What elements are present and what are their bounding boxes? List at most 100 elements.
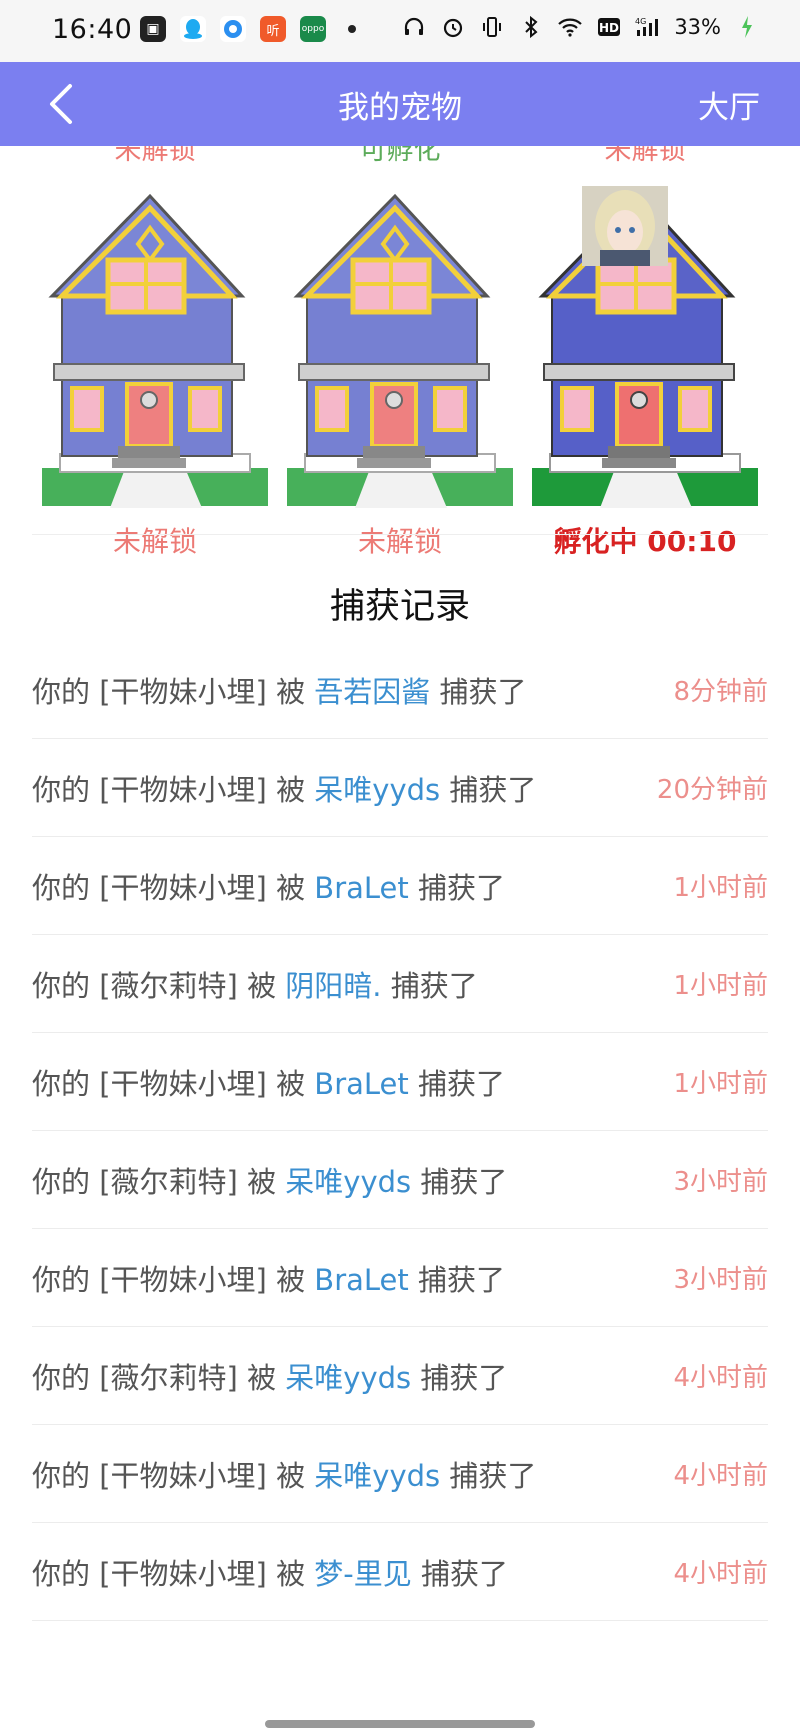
record-prefix: 你的 [干物妹小埋] 被: [32, 1556, 315, 1591]
pet-house-1[interactable]: [32, 186, 278, 516]
bluetooth-icon: [518, 14, 544, 40]
ting-icon: 听: [260, 16, 286, 42]
record-suffix: 捕获了: [440, 1458, 537, 1493]
capture-records-list: 你的 [干物妹小埋] 被 吾若因酱 捕获了 8分钟前 你的 [干物妹小埋] 被 呆唯…: [32, 641, 768, 1621]
pet-avatar: [582, 180, 668, 266]
list-item[interactable]: 你的 [干物妹小埋] 被 呆唯yyds 捕获了 4小时前: [32, 1425, 768, 1523]
battery-percent: 33%: [674, 15, 721, 39]
record-text: 你的 [薇尔莉特] 被 阴阳暗. 捕获了: [32, 963, 478, 1005]
record-text: 你的 [薇尔莉特] 被 呆唯yyds 捕获了: [32, 1355, 507, 1397]
record-suffix: 捕获了: [430, 674, 527, 709]
status-time: 16:40: [52, 14, 133, 45]
record-prefix: 你的 [干物妹小埋] 被: [32, 1458, 315, 1493]
divider: [32, 534, 768, 535]
record-prefix: 你的 [干物妹小埋] 被: [32, 1066, 315, 1101]
record-text: 你的 [薇尔莉特] 被 呆唯yyds 捕获了: [32, 1159, 507, 1201]
record-text: 你的 [干物妹小埋] 被 呆唯yyds 捕获了: [32, 767, 536, 809]
record-time: 3小时前: [673, 1265, 768, 1295]
record-time: 1小时前: [673, 873, 768, 903]
page-title: 我的宠物: [338, 90, 462, 126]
record-user-link[interactable]: BraLet: [314, 871, 408, 905]
alarm-icon: [440, 14, 466, 40]
app-header: 我的宠物 大厅: [0, 62, 800, 146]
pet-hatching-timer: 孵化中 00:10: [553, 525, 737, 558]
house-illustration: [287, 193, 513, 508]
record-text: 你的 [干物妹小埋] 被 BraLet 捕获了: [32, 1257, 505, 1299]
list-item[interactable]: 你的 [干物妹小埋] 被 BraLet 捕获了 1小时前: [32, 837, 768, 935]
record-suffix: 捕获了: [411, 1556, 508, 1591]
record-time: 20分钟前: [656, 775, 768, 805]
house-illustration: [42, 193, 268, 508]
list-item[interactable]: 你的 [薇尔莉特] 被 呆唯yyds 捕获了 4小时前: [32, 1327, 768, 1425]
record-prefix: 你的 [薇尔莉特] 被: [32, 1360, 286, 1395]
pet-house-2[interactable]: [277, 186, 523, 516]
record-time: 8分钟前: [673, 677, 768, 707]
home-indicator[interactable]: [265, 1720, 535, 1728]
pet-houses: 未解锁 可孵化 未解锁 未解锁 未解锁 孵化中 00:10: [0, 146, 800, 566]
list-item[interactable]: 你的 [干物妹小埋] 被 吾若因酱 捕获了 8分钟前: [32, 641, 768, 739]
record-prefix: 你的 [干物妹小埋] 被: [32, 674, 315, 709]
vibrate-icon: [479, 14, 505, 40]
svg-text:4G: 4G: [635, 17, 646, 26]
record-time: 3小时前: [673, 1167, 768, 1197]
status-app-icons: ▣ 听 oppo: [140, 16, 356, 42]
status-right: HD 4G 33%: [401, 14, 760, 40]
record-time: 1小时前: [673, 1069, 768, 1099]
lobby-button[interactable]: 大厅: [698, 82, 760, 127]
pet-top-label: 可孵化: [359, 146, 441, 166]
record-suffix: 捕获了: [411, 1360, 508, 1395]
record-user-link[interactable]: BraLet: [314, 1263, 408, 1297]
record-text: 你的 [干物妹小埋] 被 吾若因酱 捕获了: [32, 669, 527, 711]
record-user-link[interactable]: 梦-里见: [314, 1557, 411, 1591]
more-notifications-icon: [348, 25, 356, 33]
oppo-icon: oppo: [300, 16, 326, 42]
record-user-link[interactable]: BraLet: [314, 1067, 408, 1101]
record-text: 你的 [干物妹小埋] 被 呆唯yyds 捕获了: [32, 1453, 536, 1495]
record-user-link[interactable]: 吾若因酱: [314, 675, 430, 709]
record-time: 4小时前: [673, 1363, 768, 1393]
records-title: 捕获记录: [329, 587, 470, 627]
pet-status-label: 未解锁: [357, 525, 442, 558]
svg-text:HD: HD: [599, 21, 619, 35]
status-bar: 16:40 ▣ 听 oppo HD 4G 33%: [0, 0, 800, 62]
record-suffix: 捕获了: [408, 870, 505, 905]
wifi-icon: [557, 14, 583, 40]
record-user-link[interactable]: 呆唯yyds: [285, 1361, 411, 1395]
record-prefix: 你的 [薇尔莉特] 被: [32, 968, 286, 1003]
battery-icon: [734, 14, 760, 40]
hd-icon: HD: [596, 14, 622, 40]
list-item[interactable]: 你的 [薇尔莉特] 被 阴阳暗. 捕获了 1小时前: [32, 935, 768, 1033]
pet-top-label: 未解锁: [114, 146, 196, 166]
pet-top-label: 未解锁: [604, 146, 686, 166]
record-prefix: 你的 [薇尔莉特] 被: [32, 1164, 286, 1199]
record-user-link[interactable]: 呆唯yyds: [285, 1165, 411, 1199]
list-item[interactable]: 你的 [薇尔莉特] 被 呆唯yyds 捕获了 3小时前: [32, 1131, 768, 1229]
record-user-link[interactable]: 呆唯yyds: [314, 1459, 440, 1493]
list-item[interactable]: 你的 [干物妹小埋] 被 梦-里见 捕获了 4小时前: [32, 1523, 768, 1621]
record-prefix: 你的 [干物妹小埋] 被: [32, 1262, 315, 1297]
record-text: 你的 [干物妹小埋] 被 BraLet 捕获了: [32, 1061, 505, 1103]
record-text: 你的 [干物妹小埋] 被 BraLet 捕获了: [32, 865, 505, 907]
record-suffix: 捕获了: [408, 1262, 505, 1297]
pet-status-label: 未解锁: [112, 525, 197, 558]
record-suffix: 捕获了: [411, 1164, 508, 1199]
record-user-link[interactable]: 呆唯yyds: [314, 773, 440, 807]
record-time: 1小时前: [673, 971, 768, 1001]
record-prefix: 你的 [干物妹小埋] 被: [32, 870, 315, 905]
record-suffix: 捕获了: [381, 968, 478, 1003]
pet-house-3[interactable]: [522, 180, 768, 516]
record-user-link[interactable]: 阴阳暗.: [285, 969, 381, 1003]
list-item[interactable]: 你的 [干物妹小埋] 被 BraLet 捕获了 3小时前: [32, 1229, 768, 1327]
bilibili-icon: ▣: [140, 16, 166, 42]
record-time: 4小时前: [673, 1559, 768, 1589]
4g-signal-icon: 4G: [635, 14, 661, 40]
record-time: 4小时前: [673, 1461, 768, 1491]
list-item[interactable]: 你的 [干物妹小埋] 被 BraLet 捕获了 1小时前: [32, 1033, 768, 1131]
qq-icon: [180, 16, 206, 42]
record-text: 你的 [干物妹小埋] 被 梦-里见 捕获了: [32, 1551, 508, 1593]
headphones-icon: [401, 14, 427, 40]
record-suffix: 捕获了: [440, 772, 537, 807]
record-suffix: 捕获了: [408, 1066, 505, 1101]
list-item[interactable]: 你的 [干物妹小埋] 被 呆唯yyds 捕获了 20分钟前: [32, 739, 768, 837]
record-prefix: 你的 [干物妹小埋] 被: [32, 772, 315, 807]
